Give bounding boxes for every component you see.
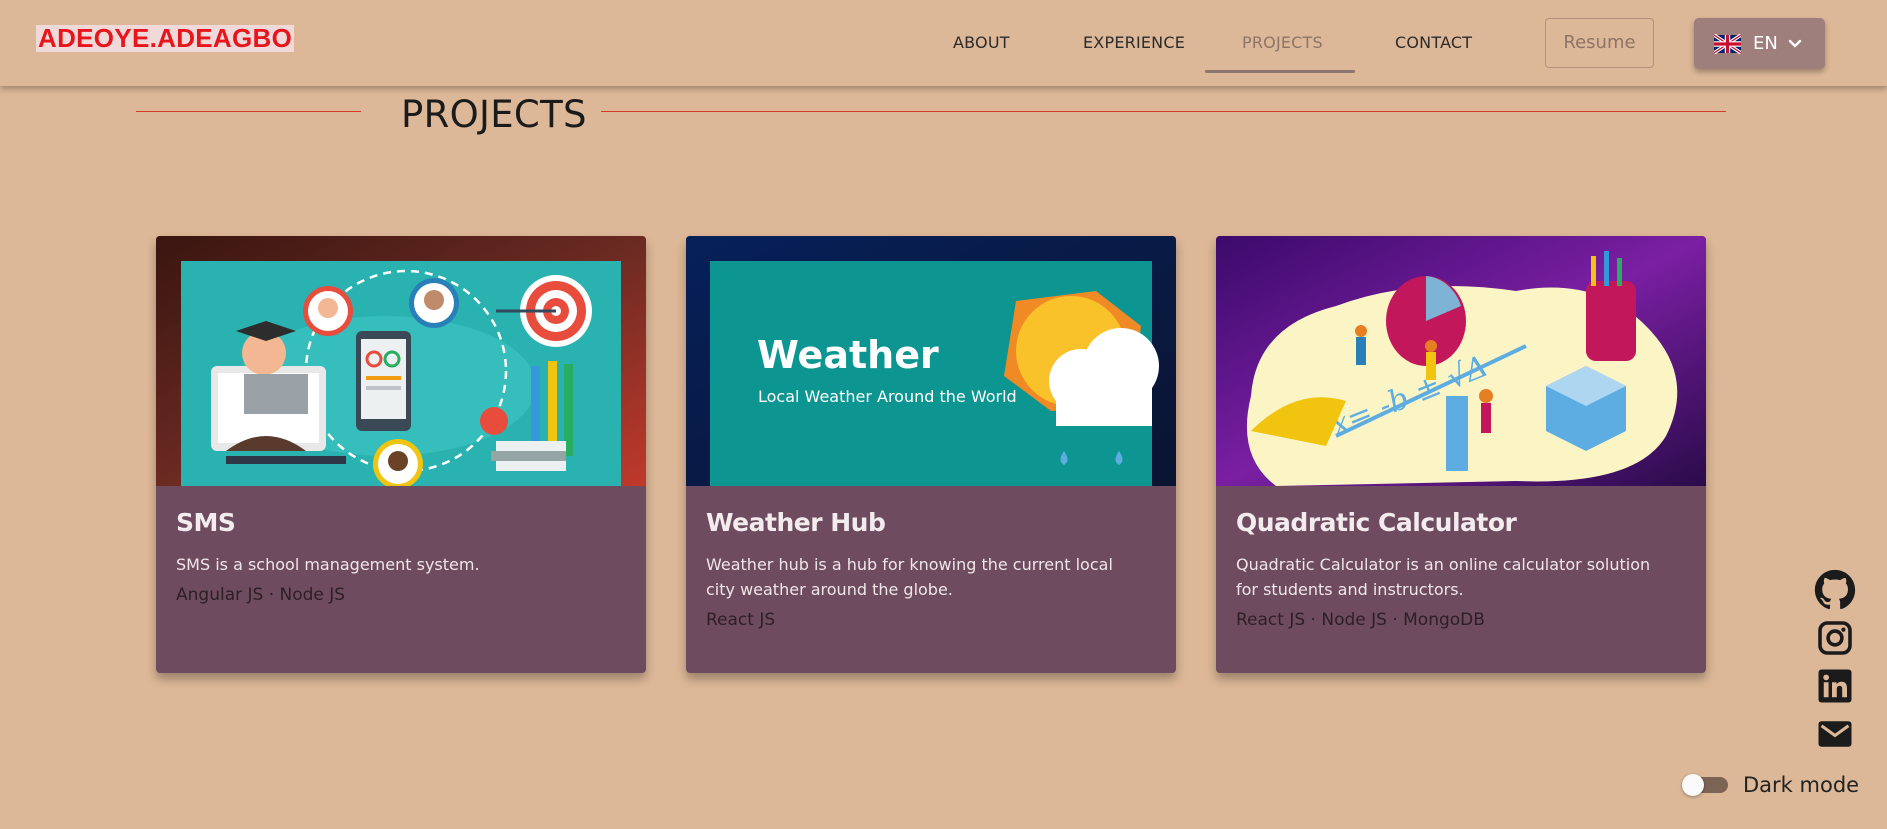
nav-active-indicator <box>1205 70 1355 73</box>
linkedin-link[interactable] <box>1814 665 1856 707</box>
site-logo[interactable]: ADEOYE.ADEAGBO <box>36 25 295 52</box>
github-link[interactable] <box>1814 569 1856 611</box>
nav-projects[interactable]: PROJECTS <box>1242 33 1323 52</box>
linkedin-icon <box>1818 669 1852 703</box>
instagram-link[interactable] <box>1814 617 1856 659</box>
chevron-down-icon <box>1788 39 1802 48</box>
toggle-knob <box>1682 774 1704 796</box>
site-header: ADEOYE.ADEAGBO ABOUT EXPERIENCE PROJECTS… <box>0 0 1887 86</box>
weather-banner-subtitle: Local Weather Around the World <box>758 387 1017 406</box>
email-link[interactable] <box>1814 713 1856 755</box>
nav-contact[interactable]: CONTACT <box>1395 33 1472 52</box>
mail-icon <box>1818 721 1852 747</box>
project-card-sms[interactable]: SMS SMS is a school management system. A… <box>156 236 646 673</box>
project-description: Quadratic Calculator is an online calcul… <box>1236 555 1651 599</box>
section-title: PROJECTS <box>401 93 587 136</box>
project-tech-stack: React JS · Node JS · MongoDB <box>1236 610 1485 630</box>
project-description: SMS is a school management system. <box>176 555 480 574</box>
project-tech-stack: React JS <box>706 610 776 630</box>
nav-experience[interactable]: EXPERIENCE <box>1083 33 1185 52</box>
github-icon <box>1814 569 1856 610</box>
project-tech-stack: Angular JS · Node JS <box>176 585 346 605</box>
project-card-quadratic-calculator[interactable]: x= -b ± √Δ Quadratic Calculator Quadrati… <box>1216 236 1706 673</box>
nav-about[interactable]: ABOUT <box>953 33 1010 52</box>
dark-mode-label: Dark mode <box>1743 773 1860 797</box>
language-code: EN <box>1753 33 1778 54</box>
uk-flag-icon <box>1714 33 1741 54</box>
math-isometric-illustration: x= -b ± √Δ <box>1216 236 1706 486</box>
title-rule-right <box>601 111 1726 112</box>
dark-mode-toggle[interactable] <box>1682 774 1729 796</box>
project-title: Weather Hub <box>706 508 886 537</box>
weather-banner-title: Weather <box>757 333 939 377</box>
project-title: Quadratic Calculator <box>1236 508 1517 537</box>
title-rule-left <box>136 111 361 112</box>
resume-button[interactable]: Resume <box>1545 18 1654 68</box>
language-selector[interactable]: EN <box>1694 18 1825 69</box>
project-description: Weather hub is a hub for knowing the cur… <box>706 555 1113 599</box>
weather-banner: Weather Local Weather Around the World <box>686 236 1176 486</box>
school-management-illustration <box>156 236 646 486</box>
project-card-weather-hub[interactable]: Weather Local Weather Around the World W… <box>686 236 1176 673</box>
project-title: SMS <box>176 508 236 537</box>
instagram-icon <box>1818 621 1852 655</box>
